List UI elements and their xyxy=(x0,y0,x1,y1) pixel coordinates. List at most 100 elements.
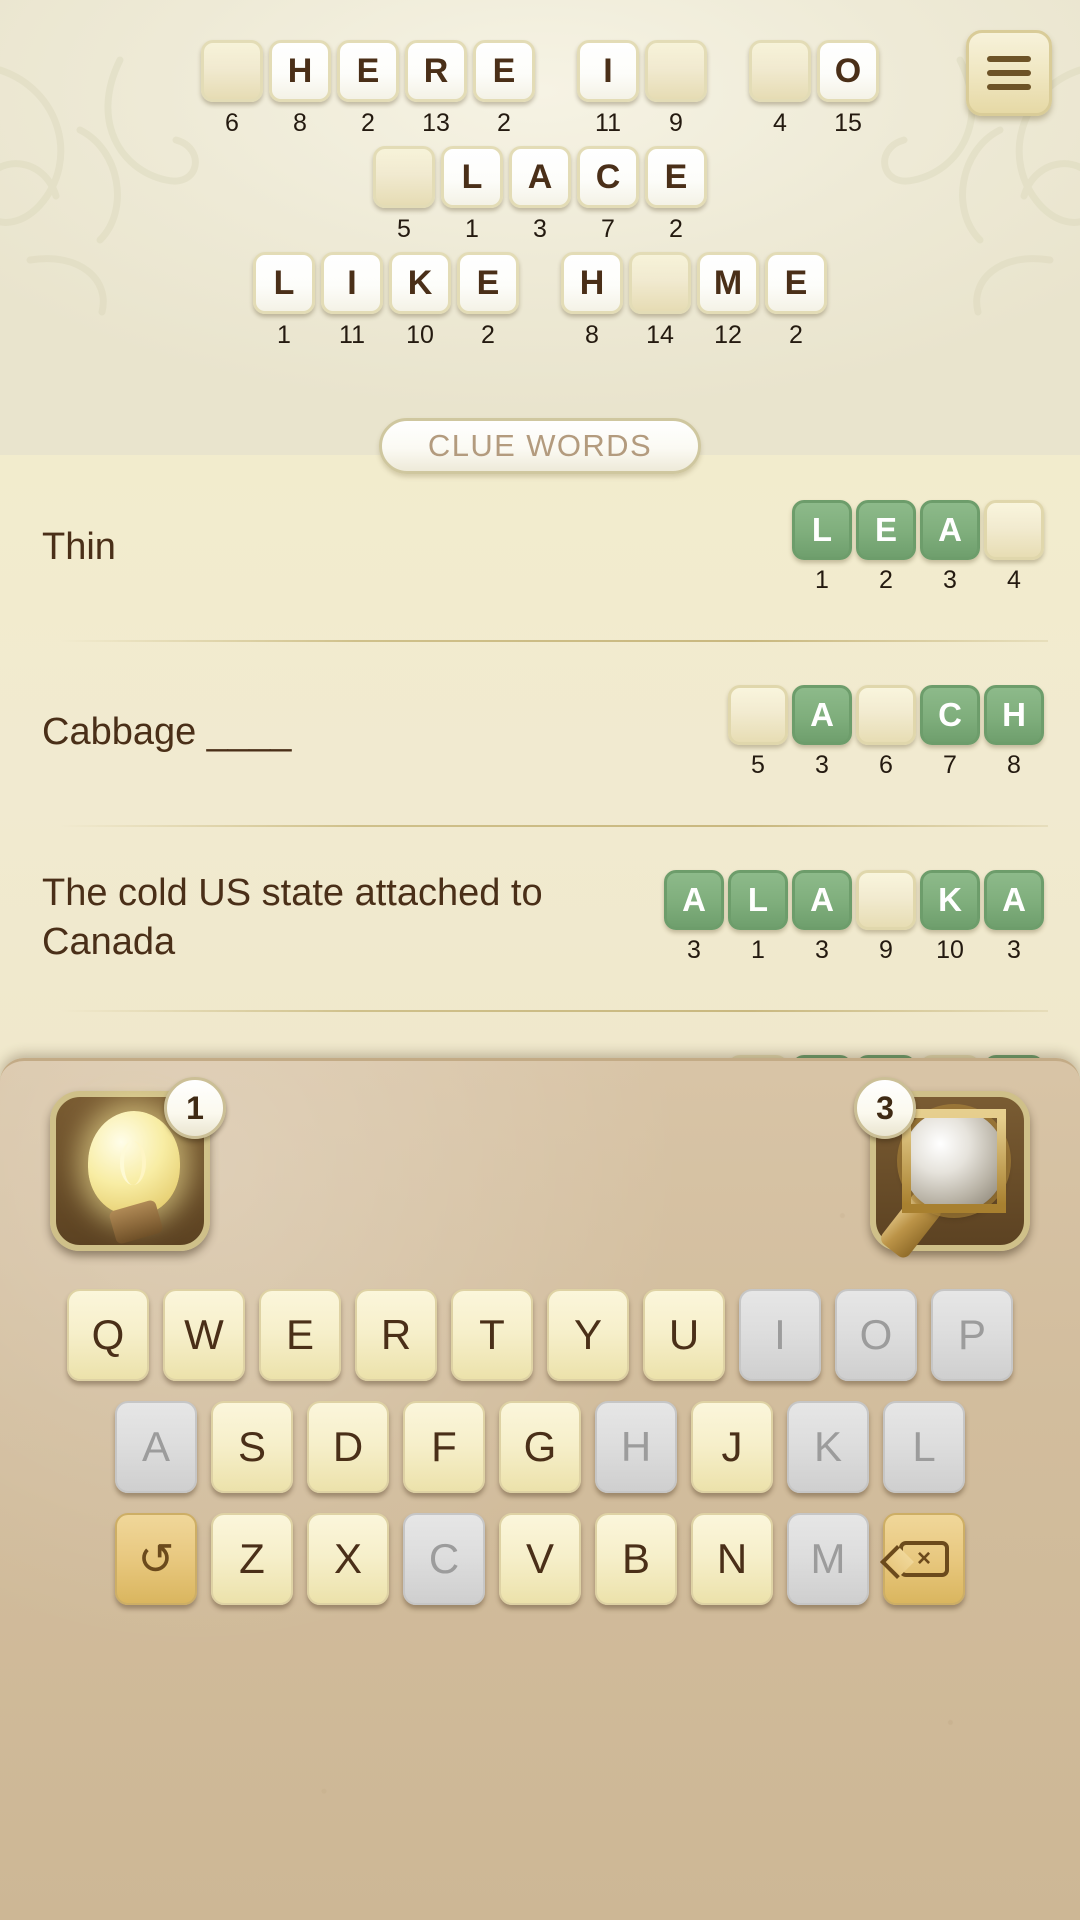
key-v[interactable]: V xyxy=(499,1513,581,1605)
key-n[interactable]: N xyxy=(691,1513,773,1605)
key-r[interactable]: R xyxy=(355,1289,437,1381)
clue-row[interactable]: Cabbage ____ 5 A 3 6 C 7 H 8 xyxy=(0,640,1080,825)
clue-cell[interactable]: L1 xyxy=(728,870,788,965)
board-cell[interactable]: I 11 xyxy=(321,252,383,350)
board-cell[interactable]: 9 xyxy=(645,40,707,138)
board-cell[interactable]: E2 xyxy=(473,40,535,138)
key-q[interactable]: Q xyxy=(67,1289,149,1381)
board-cell[interactable]: H8 xyxy=(561,252,623,350)
clue-empty-tile[interactable] xyxy=(856,685,916,745)
clue-solved-tile[interactable]: A xyxy=(792,685,852,745)
board-letter-tile[interactable]: E xyxy=(473,40,535,102)
board-cell[interactable]: L1 xyxy=(253,252,315,350)
board-cell[interactable]: 5 xyxy=(373,146,435,244)
clue-empty-tile[interactable] xyxy=(984,500,1044,560)
board-letter-tile[interactable]: H xyxy=(561,252,623,314)
key-u[interactable]: U xyxy=(643,1289,725,1381)
board-cell[interactable]: A3 xyxy=(509,146,571,244)
board-cell[interactable]: E2 xyxy=(337,40,399,138)
board-letter-tile[interactable]: I xyxy=(577,40,639,102)
board-cell[interactable]: 6 xyxy=(201,40,263,138)
clue-cell[interactable]: 5 xyxy=(728,685,788,780)
clue-cell[interactable]: A3 xyxy=(792,870,852,965)
board-letter-tile[interactable]: H xyxy=(269,40,331,102)
key-b[interactable]: B xyxy=(595,1513,677,1605)
board-letter-tile[interactable]: E xyxy=(645,146,707,208)
key-undo[interactable]: ↺ xyxy=(115,1513,197,1605)
clue-solved-tile[interactable]: C xyxy=(920,685,980,745)
clue-cell[interactable]: A3 xyxy=(664,870,724,965)
board-letter-tile[interactable]: R xyxy=(405,40,467,102)
menu-button[interactable] xyxy=(966,30,1052,116)
board-letter-tile[interactable]: E xyxy=(765,252,827,314)
board-letter-tile[interactable]: E xyxy=(457,252,519,314)
clue-cell[interactable]: E2 xyxy=(856,500,916,595)
board-empty-tile[interactable] xyxy=(201,40,263,102)
board-empty-tile[interactable] xyxy=(749,40,811,102)
clue-cell[interactable]: 6 xyxy=(856,685,916,780)
clue-row[interactable]: Thin L 1 E 2 A 3 4 xyxy=(0,455,1080,640)
hint-magnifier-button[interactable]: 3 xyxy=(854,1077,1030,1261)
clue-solved-tile[interactable]: A xyxy=(984,870,1044,930)
board-letter-tile[interactable]: E xyxy=(337,40,399,102)
board-letter-tile[interactable]: I xyxy=(321,252,383,314)
board-letter-tile[interactable]: L xyxy=(253,252,315,314)
board-cell[interactable]: H8 xyxy=(269,40,331,138)
clue-cell[interactable]: A3 xyxy=(920,500,980,595)
clue-solved-tile[interactable]: A xyxy=(920,500,980,560)
board-cell[interactable]: K 10 xyxy=(389,252,451,350)
board-letter-tile[interactable]: A xyxy=(509,146,571,208)
clue-row[interactable]: The cold US state attached to Canada A 3 L 1… xyxy=(0,825,1080,1010)
board-letter-tile[interactable]: O xyxy=(817,40,879,102)
board-letter-tile[interactable]: K xyxy=(389,252,451,314)
board-cell[interactable]: O 15 xyxy=(817,40,879,138)
key-t[interactable]: T xyxy=(451,1289,533,1381)
clue-solved-tile[interactable]: A xyxy=(792,870,852,930)
key-backspace[interactable]: × xyxy=(883,1513,965,1605)
clue-cell[interactable]: K 10 xyxy=(920,870,980,965)
clue-solved-tile[interactable]: H xyxy=(984,685,1044,745)
clue-cell[interactable]: C7 xyxy=(920,685,980,780)
clue-solved-tile[interactable]: L xyxy=(728,870,788,930)
board-cell[interactable]: E2 xyxy=(645,146,707,244)
board-cell[interactable]: I 11 xyxy=(577,40,639,138)
clue-solved-tile[interactable]: E xyxy=(856,500,916,560)
key-f[interactable]: F xyxy=(403,1401,485,1493)
clue-cell[interactable]: H8 xyxy=(984,685,1044,780)
board-empty-tile[interactable] xyxy=(373,146,435,208)
board-cell[interactable]: E2 xyxy=(765,252,827,350)
clue-cell[interactable]: 4 xyxy=(984,500,1044,595)
board-cell[interactable]: E2 xyxy=(457,252,519,350)
clue-empty-tile[interactable] xyxy=(856,870,916,930)
board-cell[interactable]: 14 xyxy=(629,252,691,350)
clue-empty-tile[interactable] xyxy=(728,685,788,745)
clue-cell[interactable]: A3 xyxy=(984,870,1044,965)
board-empty-tile[interactable] xyxy=(629,252,691,314)
key-g[interactable]: G xyxy=(499,1401,581,1493)
clue-cell[interactable]: 9 xyxy=(856,870,916,965)
board-letter-tile[interactable]: M xyxy=(697,252,759,314)
board-cell[interactable]: 4 xyxy=(749,40,811,138)
board-empty-tile[interactable] xyxy=(645,40,707,102)
key-e[interactable]: E xyxy=(259,1289,341,1381)
clue-solved-tile[interactable]: K xyxy=(920,870,980,930)
key-x[interactable]: X xyxy=(307,1513,389,1605)
key-w[interactable]: W xyxy=(163,1289,245,1381)
board-letter-tile[interactable]: L xyxy=(441,146,503,208)
key-j[interactable]: J xyxy=(691,1401,773,1493)
puzzle-board: 6 H 8 E 2 R 13 E 2 I 11 9 4 O 15 5 L 1 A 3 C 7 E 2 L 1 I 11 K 10 E 2 H 8 1… xyxy=(0,0,1080,455)
clue-cell[interactable]: L1 xyxy=(792,500,852,595)
key-z[interactable]: Z xyxy=(211,1513,293,1605)
board-cell[interactable]: M 12 xyxy=(697,252,759,350)
board-cell[interactable]: L1 xyxy=(441,146,503,244)
key-y[interactable]: Y xyxy=(547,1289,629,1381)
clue-solved-tile[interactable]: A xyxy=(664,870,724,930)
board-cell[interactable]: R 13 xyxy=(405,40,467,138)
clue-cell[interactable]: A3 xyxy=(792,685,852,780)
key-s[interactable]: S xyxy=(211,1401,293,1493)
hint-lightbulb-button[interactable]: 1 xyxy=(50,1077,226,1251)
board-letter-tile[interactable]: C xyxy=(577,146,639,208)
key-d[interactable]: D xyxy=(307,1401,389,1493)
board-cell[interactable]: C7 xyxy=(577,146,639,244)
clue-solved-tile[interactable]: L xyxy=(792,500,852,560)
